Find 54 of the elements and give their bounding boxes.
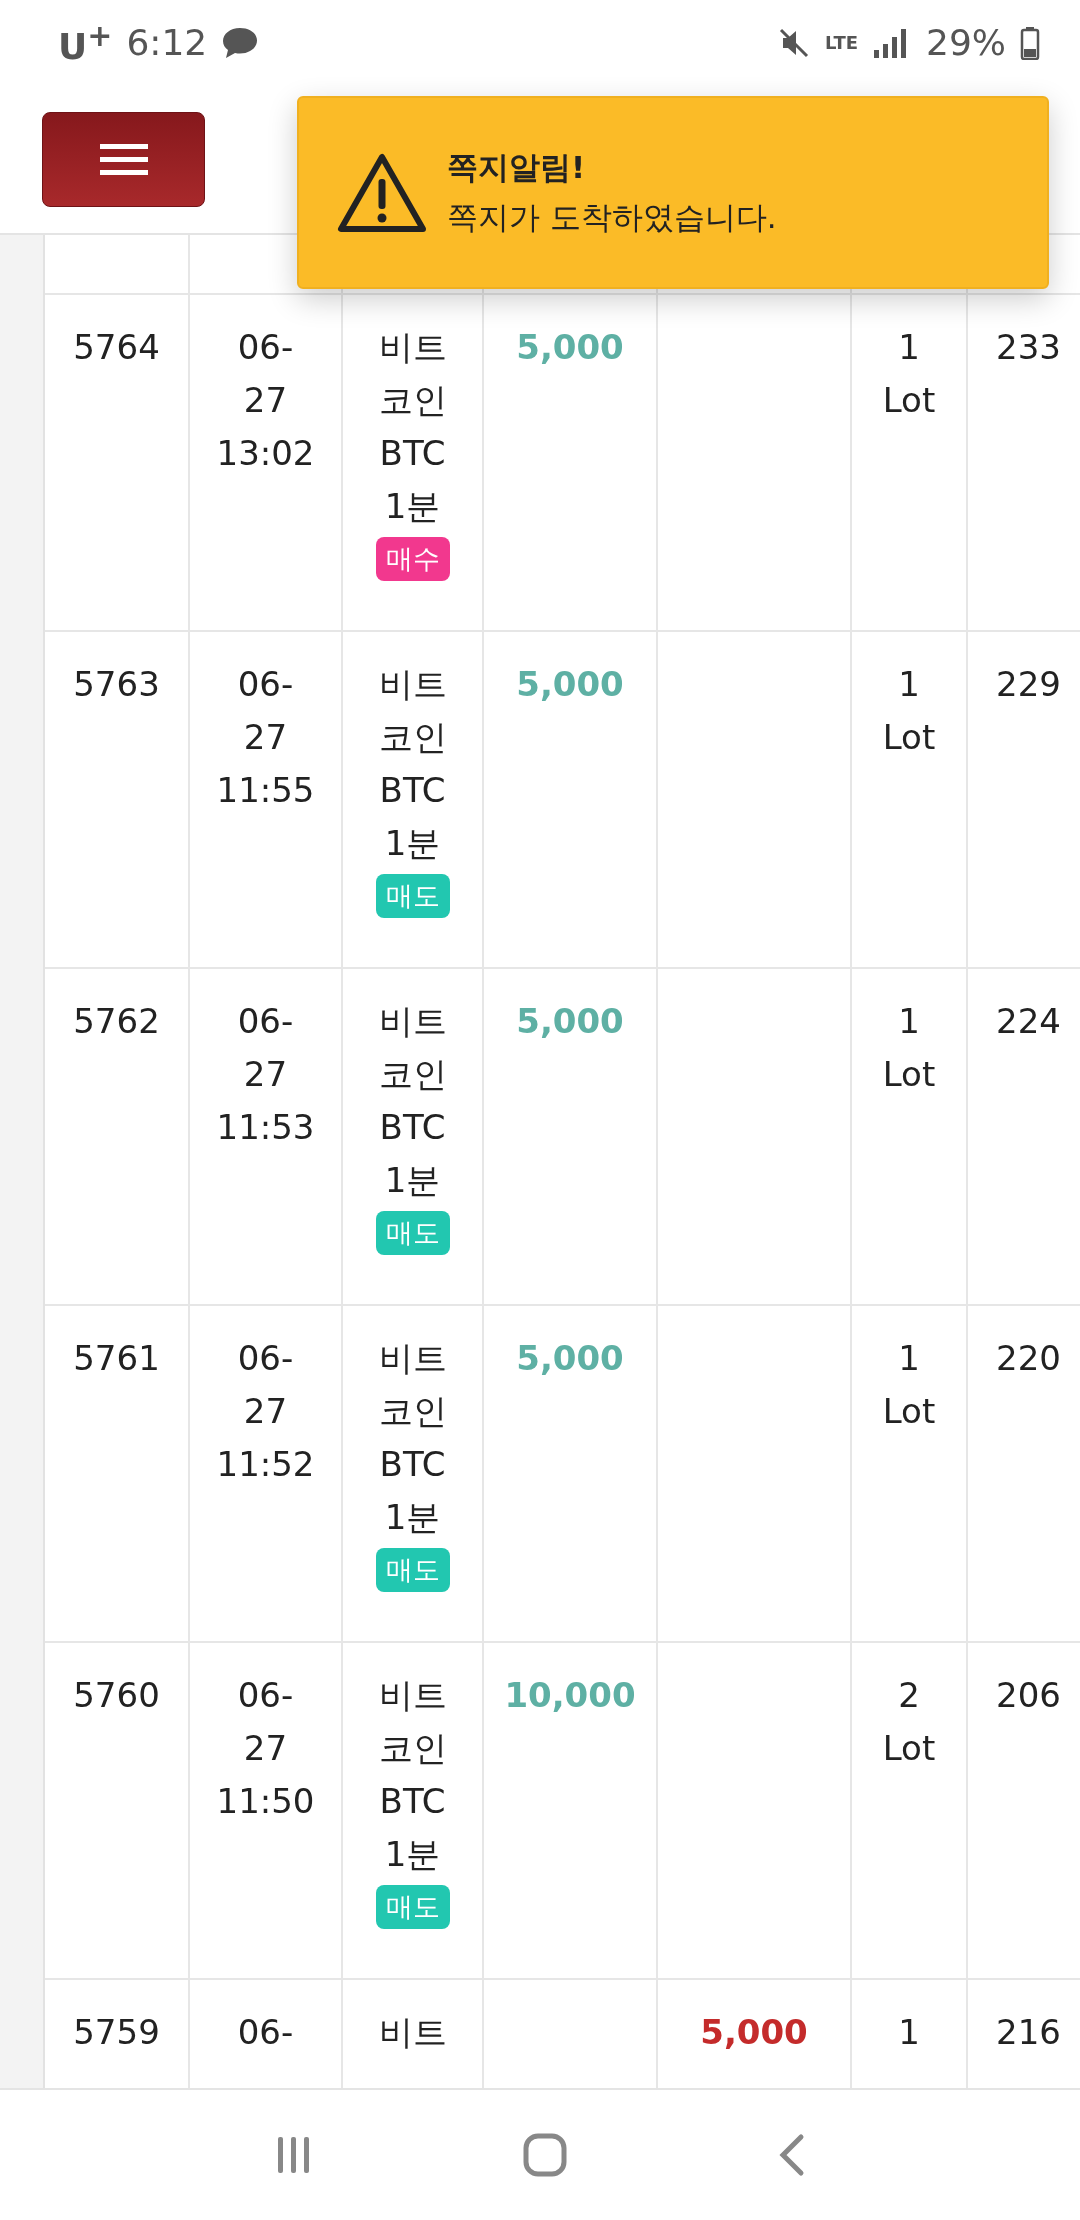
table-cell-text: 229 bbox=[996, 663, 1061, 706]
id-cell-text: 5759 bbox=[73, 2011, 160, 2054]
quantity-cell-text: 1 bbox=[898, 2011, 920, 2054]
id-cell-text: 5763 bbox=[73, 663, 160, 706]
notification-toast[interactable]: 쪽지알림! 쪽지가 도착하였습니다. bbox=[297, 96, 1049, 289]
clock-time: 6:12 bbox=[126, 22, 208, 63]
table-cell-text: 220 bbox=[996, 1337, 1061, 1380]
date-cell-text: 06- 27 11:55 bbox=[216, 663, 315, 812]
carrier-label: U$^{+}$ bbox=[58, 18, 113, 67]
date-cell-text: 06- 27 11:52 bbox=[216, 1337, 315, 1486]
profit-cell-text: 5,000 bbox=[516, 663, 624, 706]
toast-message: 쪽지가 도착하였습니다. bbox=[447, 197, 777, 237]
type-badge: 매도 bbox=[375, 1548, 450, 1592]
menu-button[interactable] bbox=[42, 111, 205, 207]
quantity-cell-text: 1 Lot bbox=[882, 663, 936, 759]
product-cell-text: 비트 코인 BTC 1분 bbox=[378, 1337, 447, 1539]
id-cell-text: 5761 bbox=[73, 1337, 160, 1380]
product-cell-text: 비트 bbox=[378, 2011, 447, 2054]
type-badge: 매도 bbox=[375, 874, 450, 918]
network-label: LTE bbox=[824, 32, 858, 53]
type-badge: 매도 bbox=[375, 1211, 450, 1255]
date-cell-text: 06- bbox=[237, 2011, 294, 2054]
product-cell-text: 비트 코인 BTC 1분 bbox=[378, 326, 447, 528]
product-cell-text: 비트 코인 BTC 1분 bbox=[378, 1674, 447, 1876]
table-cell-text: 206 bbox=[996, 1674, 1061, 1717]
quantity-cell-text: 1 Lot bbox=[882, 326, 936, 422]
profit-cell-text: 5,000 bbox=[516, 326, 624, 369]
table-cell-text: 216 bbox=[996, 2011, 1061, 2054]
battery-icon bbox=[1020, 25, 1040, 60]
type-badge: 매도 bbox=[375, 1885, 450, 1929]
profit-cell-text: 10,000 bbox=[504, 1674, 636, 1717]
quantity-cell-text: 1 Lot bbox=[882, 1337, 936, 1433]
battery-percent: 29% bbox=[926, 22, 1006, 63]
product-cell-text: 비트 코인 BTC 1분 bbox=[378, 663, 447, 865]
table-cell-text: 224 bbox=[996, 1000, 1061, 1043]
id-cell-text: 5764 bbox=[73, 326, 160, 369]
profit-cell-text: 5,000 bbox=[516, 1000, 624, 1043]
toast-title: 쪽지알림! bbox=[447, 147, 587, 187]
profit-cell-text: 5,000 bbox=[516, 1337, 624, 1380]
menu-icon bbox=[99, 142, 148, 176]
loss-cell-text: 5,000 bbox=[700, 2011, 808, 2054]
table-cell-text: 233 bbox=[996, 326, 1061, 369]
home-icon[interactable] bbox=[522, 2132, 568, 2178]
chat-bubble-icon bbox=[221, 25, 260, 60]
date-cell-text: 06- 27 11:50 bbox=[216, 1674, 315, 1823]
quantity-cell-text: 1 Lot bbox=[882, 1000, 936, 1096]
id-cell-text: 5760 bbox=[73, 1674, 160, 1717]
quantity-cell-text: 2 Lot bbox=[882, 1674, 936, 1770]
product-cell-text: 비트 코인 BTC 1분 bbox=[378, 1000, 447, 1202]
id-cell-text: 5762 bbox=[73, 1000, 160, 1043]
date-cell-text: 06- 27 11:53 bbox=[216, 1000, 315, 1149]
warning-icon bbox=[337, 152, 427, 233]
date-cell-text: 06- 27 13:02 bbox=[216, 326, 315, 475]
type-badge: 매수 bbox=[375, 537, 450, 581]
